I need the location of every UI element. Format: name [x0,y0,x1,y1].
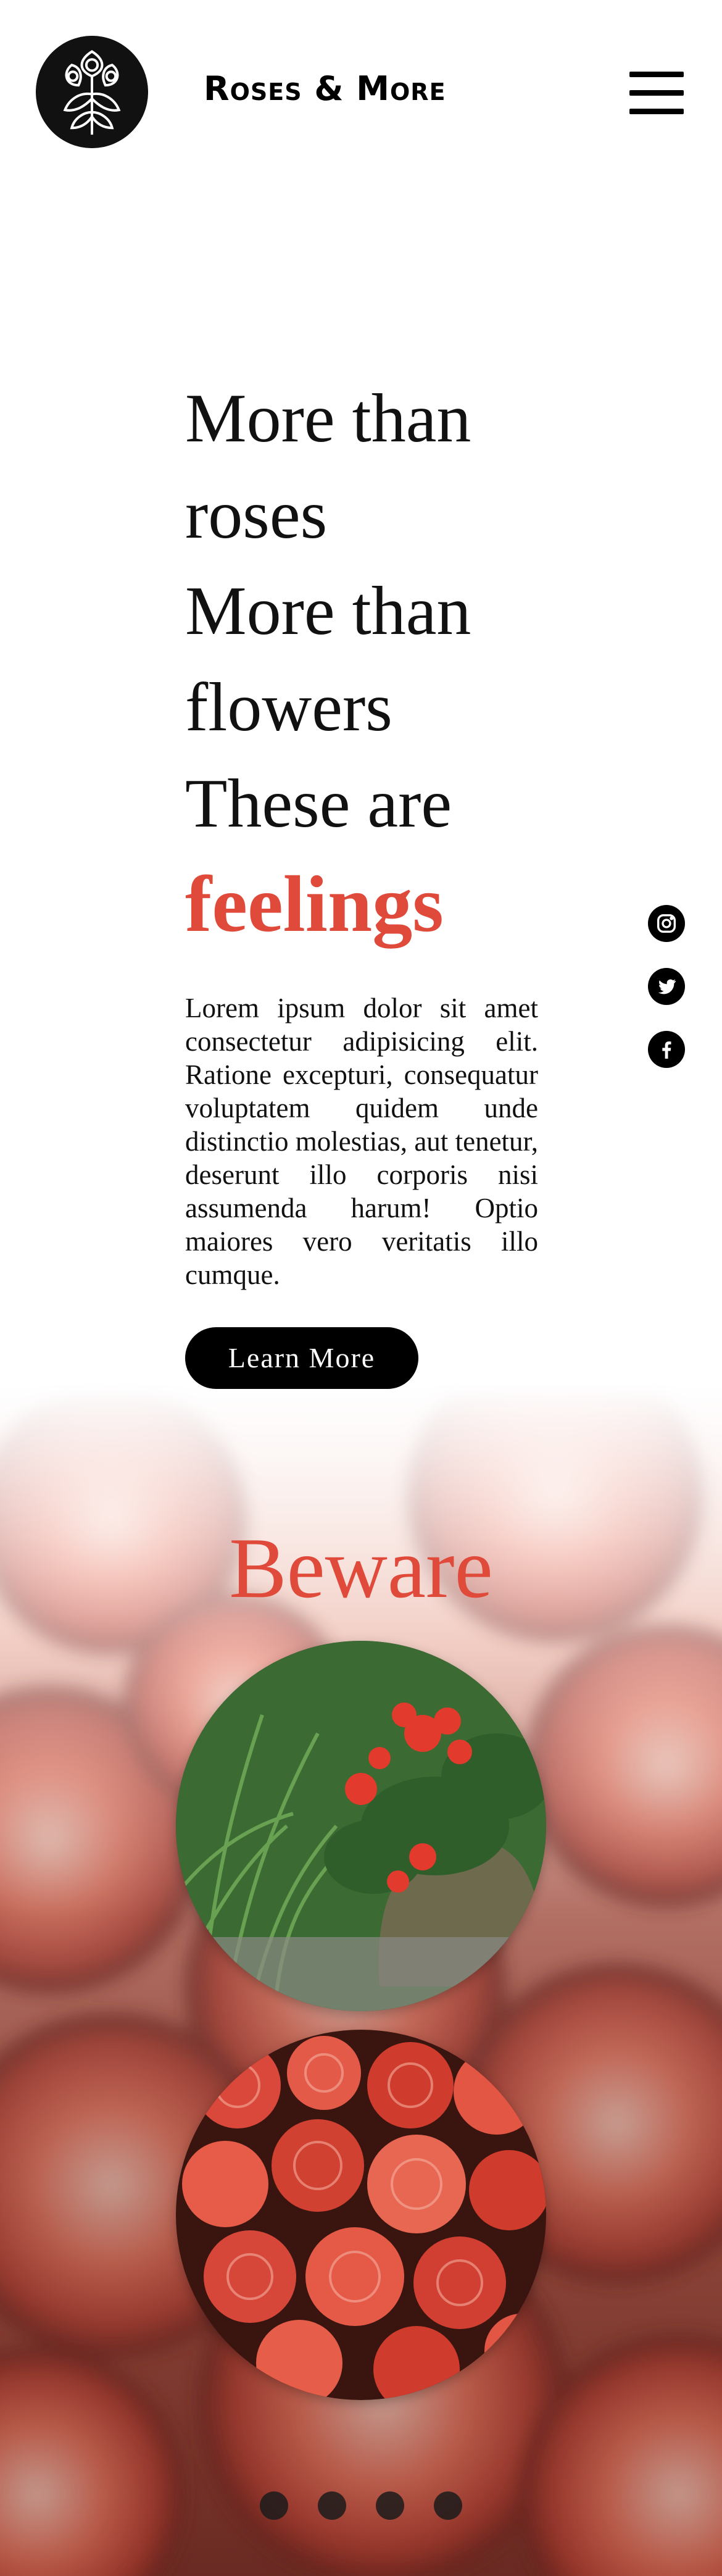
carousel-dot[interactable] [260,2491,288,2520]
site-header: Roses & More [0,0,722,185]
menu-bar [629,90,684,96]
social-links [648,905,685,1094]
menu-bar [629,109,684,114]
twitter-icon[interactable] [648,968,685,1005]
rose-logo-icon[interactable] [36,36,148,148]
hero-accent-word: feelings [185,860,444,949]
begonia-blooms-image [176,2030,546,2400]
hero-line: These are [185,765,452,842]
menu-bar [629,72,684,77]
instagram-icon[interactable] [648,905,685,942]
hero-line: roses [185,477,328,553]
hero-line: More than [185,380,471,457]
carousel-dot[interactable] [434,2491,462,2520]
carousel-dot[interactable] [318,2491,346,2520]
begonia-plant-image [176,1641,546,2011]
brand-name[interactable]: Roses & More [204,69,446,108]
hero-line: flowers [185,669,392,746]
section-title: Beware [229,1520,493,1616]
carousel-dot[interactable] [376,2491,404,2520]
facebook-icon[interactable] [648,1031,685,1068]
hamburger-menu-icon[interactable] [629,68,685,117]
hero-body-text: Lorem ipsum dolor sit amet consectetur a… [185,993,538,1290]
carousel-dots [0,2491,722,2523]
learn-more-button[interactable]: Learn More [185,1327,418,1389]
hero-section: More than roses More than flowers These … [185,370,538,1389]
hero-line: More than [185,573,471,649]
